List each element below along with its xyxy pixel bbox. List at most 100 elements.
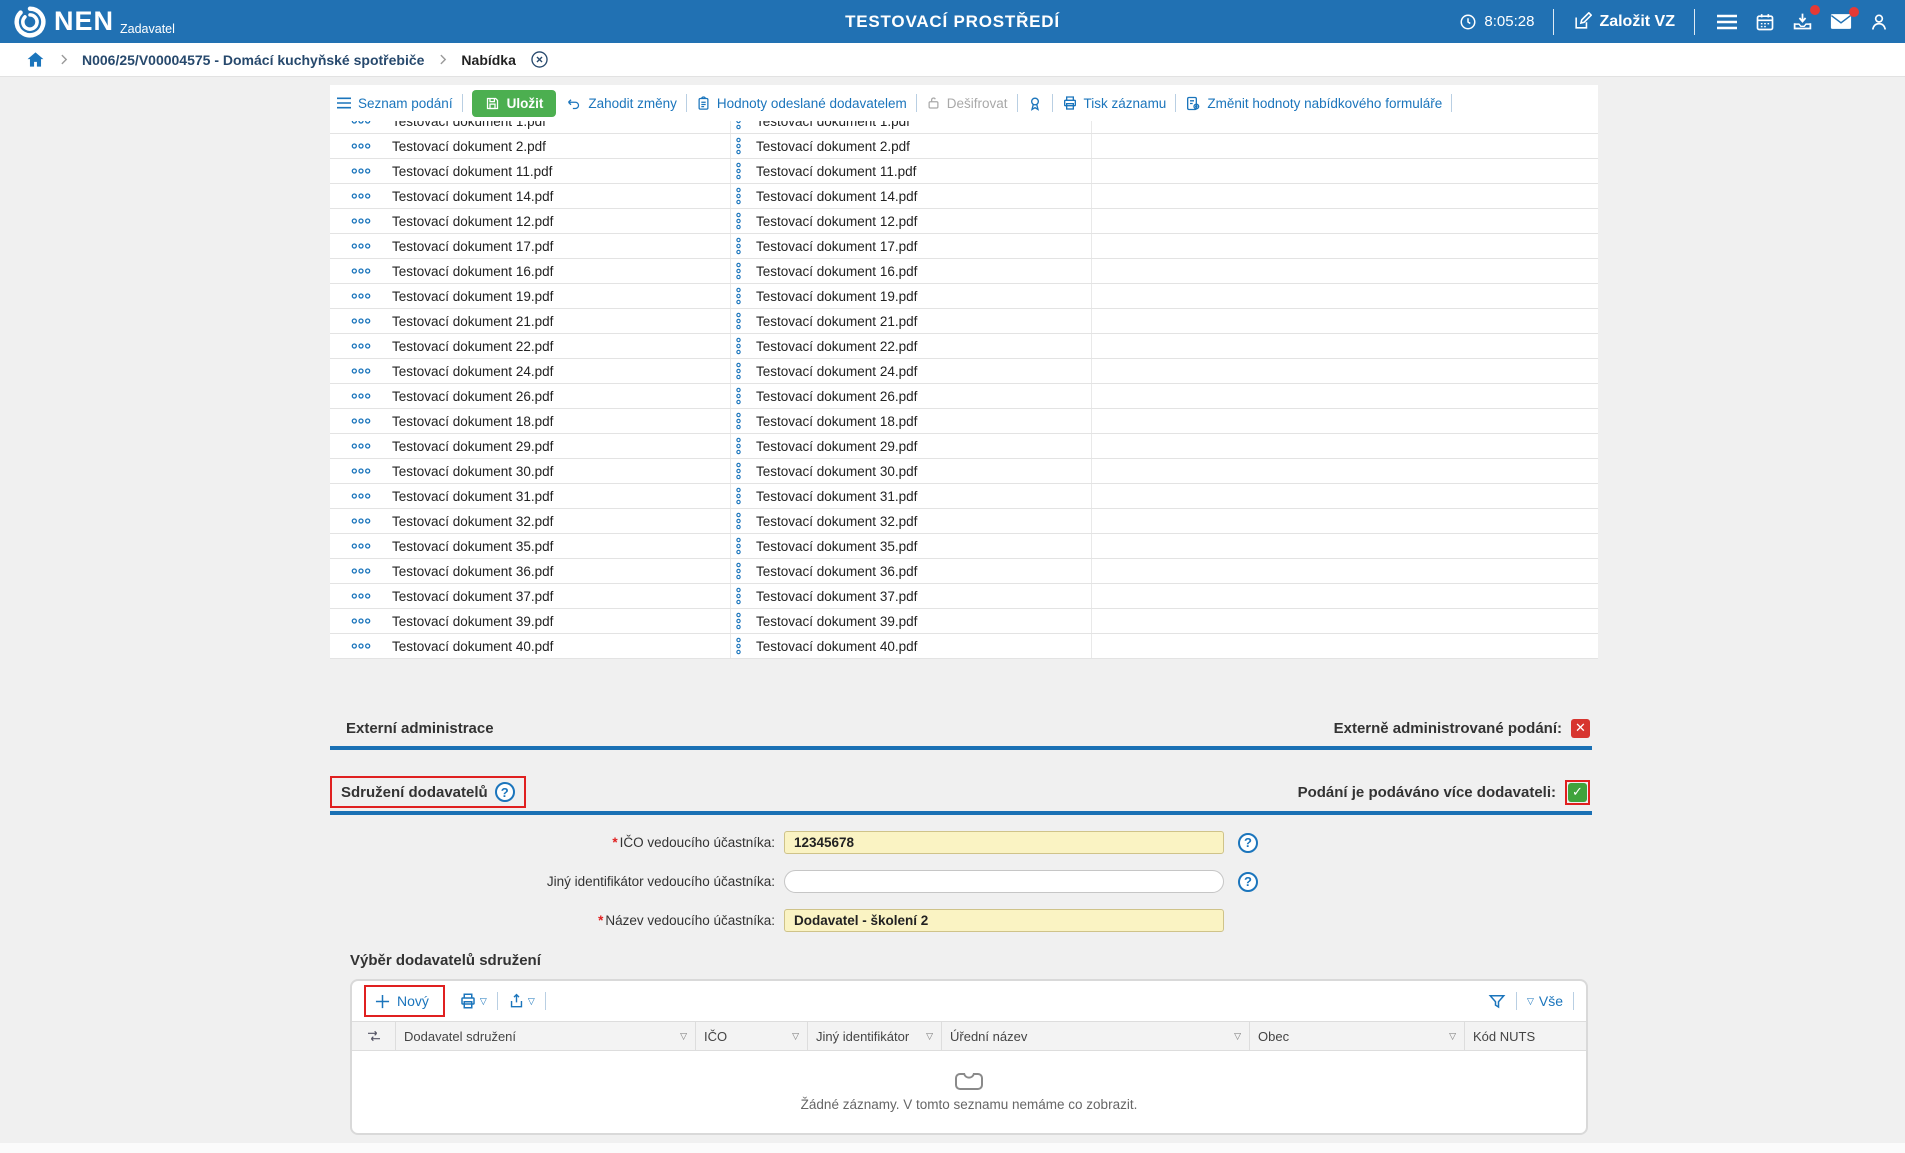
drag-handle-icon[interactable] <box>730 121 746 133</box>
row-menu-icon[interactable] <box>330 442 392 450</box>
table-row[interactable]: Testovací dokument 17.pdf Testovací doku… <box>330 234 1598 259</box>
drag-handle-icon[interactable] <box>730 334 746 358</box>
table-row[interactable]: Testovací dokument 18.pdf Testovací doku… <box>330 409 1598 434</box>
certificate-button[interactable] <box>1027 95 1043 112</box>
drag-handle-icon[interactable] <box>730 434 746 458</box>
table-row[interactable]: Testovací dokument 11.pdf Testovací doku… <box>330 159 1598 184</box>
row-menu-icon[interactable] <box>330 542 392 550</box>
drag-handle-icon[interactable] <box>730 209 746 233</box>
grid-column-header[interactable]: Obec ▽ <box>1250 1022 1465 1050</box>
seznam-podani-button[interactable]: Seznam podání <box>336 96 453 111</box>
table-row[interactable]: Testovací dokument 16.pdf Testovací doku… <box>330 259 1598 284</box>
discard-changes-button[interactable]: Zahodit změny <box>565 96 677 111</box>
home-button[interactable] <box>26 50 45 69</box>
drag-handle-icon[interactable] <box>730 284 746 308</box>
row-menu-icon[interactable] <box>330 292 392 300</box>
column-filter-icon[interactable]: ▽ <box>680 1031 687 1042</box>
row-menu-icon[interactable] <box>330 617 392 625</box>
drag-handle-icon[interactable] <box>730 459 746 483</box>
help-icon[interactable]: ? <box>494 782 515 802</box>
table-row[interactable]: Testovací dokument 22.pdf Testovací doku… <box>330 334 1598 359</box>
help-icon[interactable]: ? <box>1238 832 1258 853</box>
grid-settings-cell[interactable] <box>352 1022 396 1050</box>
table-row[interactable]: Testovací dokument 36.pdf Testovací doku… <box>330 559 1598 584</box>
downloads-button[interactable] <box>1790 5 1820 34</box>
breadcrumb-procurement-link[interactable]: N006/25/V00004575 - Domácí kuchyňské spo… <box>82 52 424 68</box>
drag-handle-icon[interactable] <box>730 484 746 508</box>
table-row[interactable]: Testovací dokument 40.pdf Testovací doku… <box>330 634 1598 659</box>
grid-column-header[interactable]: Dodavatel sdružení ▽ <box>396 1022 696 1050</box>
table-row[interactable]: Testovací dokument 24.pdf Testovací doku… <box>330 359 1598 384</box>
table-row[interactable]: Testovací dokument 21.pdf Testovací doku… <box>330 309 1598 334</box>
other-identifier-field[interactable] <box>784 870 1224 893</box>
table-row[interactable]: Testovací dokument 39.pdf Testovací doku… <box>330 609 1598 634</box>
change-form-values-button[interactable]: Změnit hodnoty nabídkového formuláře <box>1185 95 1442 112</box>
drag-handle-icon[interactable] <box>730 359 746 383</box>
table-row[interactable]: Testovací dokument 14.pdf Testovací doku… <box>330 184 1598 209</box>
table-row[interactable]: Testovací dokument 29.pdf Testovací doku… <box>330 434 1598 459</box>
row-menu-icon[interactable] <box>330 592 392 600</box>
grid-column-header[interactable]: Jiný identifikátor ▽ <box>808 1022 942 1050</box>
save-button[interactable]: Uložit <box>471 89 557 117</box>
table-row[interactable]: Testovací dokument 31.pdf Testovací doku… <box>330 484 1598 509</box>
ico-field[interactable] <box>784 831 1224 854</box>
row-menu-icon[interactable] <box>330 142 392 150</box>
row-menu-icon[interactable] <box>330 642 392 650</box>
table-row[interactable]: Testovací dokument 19.pdf Testovací doku… <box>330 284 1598 309</box>
row-menu-icon[interactable] <box>330 317 392 325</box>
table-row[interactable]: Testovací dokument 12.pdf Testovací doku… <box>330 209 1598 234</box>
row-menu-icon[interactable] <box>330 367 392 375</box>
column-filter-icon[interactable]: ▽ <box>1449 1031 1456 1042</box>
grid-export-button[interactable]: ▽ <box>508 992 535 1010</box>
row-menu-icon[interactable] <box>330 242 392 250</box>
drag-handle-icon[interactable] <box>730 259 746 283</box>
print-record-button[interactable]: Tisk záznamu <box>1062 95 1166 111</box>
external-admin-checkbox-unchecked[interactable]: ✕ <box>1571 718 1590 738</box>
create-vz-button[interactable]: Založit VZ <box>1573 12 1675 31</box>
drag-handle-icon[interactable] <box>730 559 746 583</box>
close-tab-button[interactable] <box>530 50 549 69</box>
drag-handle-icon[interactable] <box>730 584 746 608</box>
column-filter-icon[interactable]: ▽ <box>792 1031 799 1042</box>
table-row[interactable]: Testovací dokument 37.pdf Testovací doku… <box>330 584 1598 609</box>
table-row[interactable]: Testovací dokument 32.pdf Testovací doku… <box>330 509 1598 534</box>
drag-handle-icon[interactable] <box>730 509 746 533</box>
multiple-suppliers-checkbox-checked[interactable]: ✓ <box>1568 782 1587 802</box>
row-menu-icon[interactable] <box>330 417 392 425</box>
row-menu-icon[interactable] <box>330 121 392 125</box>
table-row[interactable]: Testovací dokument 26.pdf Testovací doku… <box>330 384 1598 409</box>
drag-handle-icon[interactable] <box>730 409 746 433</box>
table-row[interactable]: Testovací dokument 30.pdf Testovací doku… <box>330 459 1598 484</box>
drag-handle-icon[interactable] <box>730 184 746 208</box>
row-menu-icon[interactable] <box>330 567 392 575</box>
drag-handle-icon[interactable] <box>730 384 746 408</box>
grid-column-header[interactable]: Kód NUTS <box>1465 1022 1586 1050</box>
row-menu-icon[interactable] <box>330 217 392 225</box>
row-menu-icon[interactable] <box>330 517 392 525</box>
help-icon[interactable]: ? <box>1238 871 1258 892</box>
show-all-button[interactable]: ▽ Vše <box>1527 993 1563 1009</box>
menu-button[interactable] <box>1714 11 1740 33</box>
supplier-values-button[interactable]: Hodnoty odeslané dodavatelem <box>696 95 907 112</box>
nen-logo[interactable]: NEN Zadavatel <box>14 6 175 38</box>
table-row[interactable]: Testovací dokument 35.pdf Testovací doku… <box>330 534 1598 559</box>
drag-handle-icon[interactable] <box>730 609 746 633</box>
new-supplier-button[interactable]: Nový <box>375 993 429 1009</box>
user-button[interactable] <box>1867 10 1891 34</box>
drag-handle-icon[interactable] <box>730 634 746 658</box>
drag-handle-icon[interactable] <box>730 134 746 158</box>
row-menu-icon[interactable] <box>330 167 392 175</box>
grid-print-button[interactable]: ▽ <box>459 992 487 1010</box>
leader-name-field[interactable] <box>784 909 1224 932</box>
decrypt-button[interactable]: Dešifrovat <box>926 95 1008 111</box>
column-filter-icon[interactable]: ▽ <box>926 1031 933 1042</box>
row-menu-icon[interactable] <box>330 467 392 475</box>
drag-handle-icon[interactable] <box>730 234 746 258</box>
row-menu-icon[interactable] <box>330 342 392 350</box>
messages-button[interactable] <box>1828 7 1859 32</box>
drag-handle-icon[interactable] <box>730 309 746 333</box>
drag-handle-icon[interactable] <box>730 534 746 558</box>
table-row[interactable]: Testovací dokument 2.pdf Testovací dokum… <box>330 134 1598 159</box>
grid-filter-button[interactable] <box>1488 992 1506 1010</box>
row-menu-icon[interactable] <box>330 492 392 500</box>
